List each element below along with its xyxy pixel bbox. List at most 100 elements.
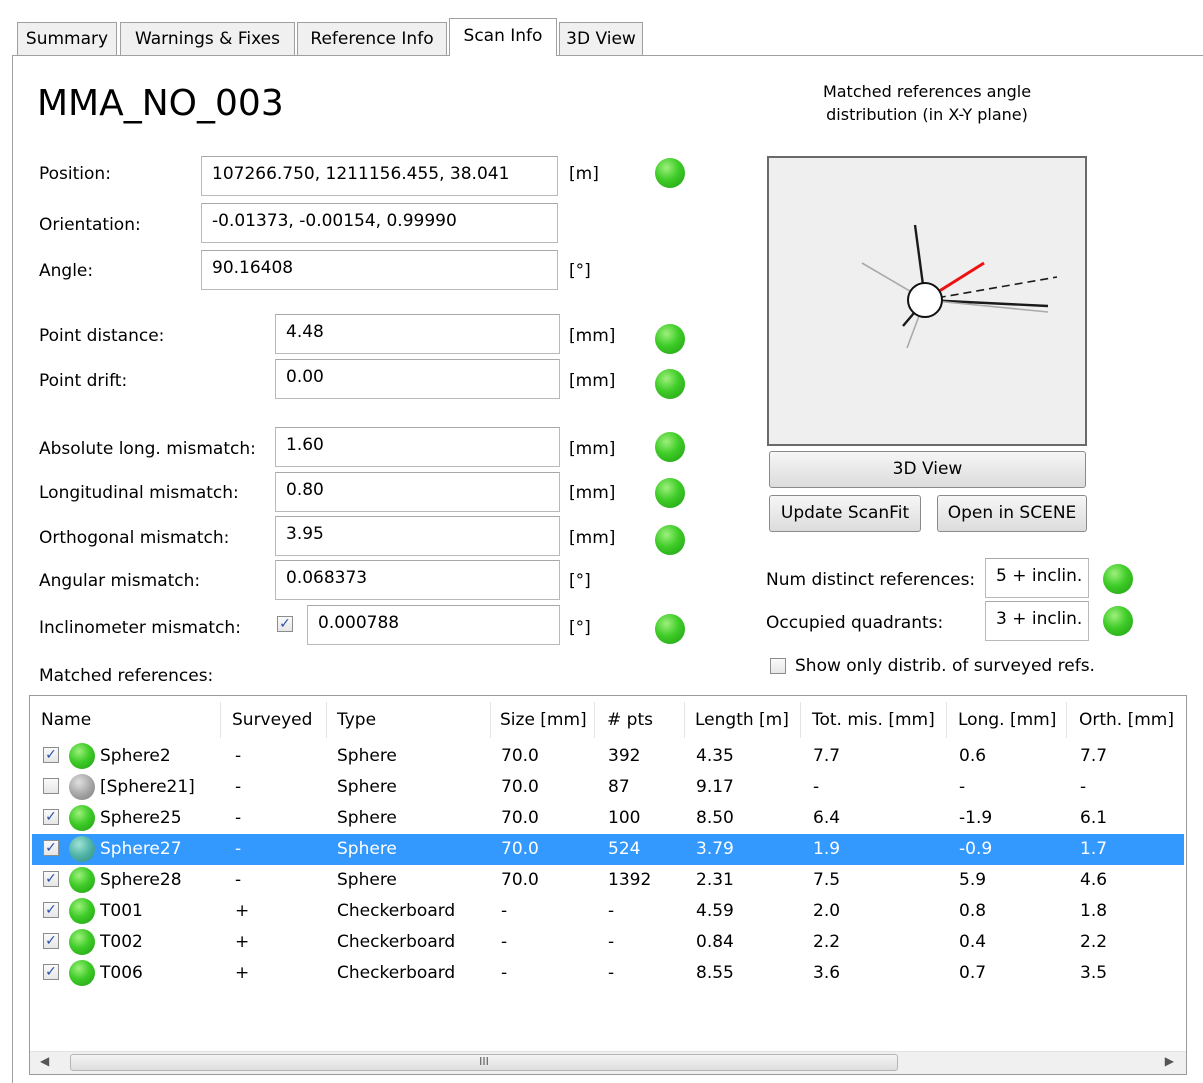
cell-surveyed: -: [235, 870, 242, 890]
point-drift-field[interactable]: 0.00: [275, 359, 560, 399]
column-header-type[interactable]: Type: [337, 710, 376, 730]
cell-orth: 4.6: [1080, 870, 1108, 890]
cell-surveyed: -: [235, 839, 242, 859]
cell-pts: 100: [608, 808, 641, 828]
column-header-long[interactable]: Long. [mm]: [958, 710, 1056, 730]
row-status-indicator: [69, 774, 95, 800]
position-field[interactable]: 107266.750, 1211156.455, 38.041: [201, 156, 558, 196]
column-header-surveyed[interactable]: Surveyed: [232, 710, 312, 730]
cell-size: 70.0: [501, 777, 539, 797]
orth-mismatch-field[interactable]: 3.95: [275, 516, 560, 556]
orth-mismatch-unit: [mm]: [569, 528, 616, 548]
scroll-right-arrow-icon[interactable]: ▶: [1165, 1054, 1174, 1068]
orth-mismatch-status-indicator: [655, 525, 685, 555]
cell-orth: 3.5: [1080, 963, 1108, 983]
cell-long: -: [959, 777, 966, 797]
num-distinct-references-field[interactable]: 5 + inclin.: [985, 558, 1089, 598]
cell-long: 0.8: [959, 901, 987, 921]
point-distance-field[interactable]: 4.48: [275, 314, 560, 354]
row-checkbox[interactable]: [43, 778, 59, 794]
inclinometer-checkbox[interactable]: ✓: [277, 616, 293, 632]
cell-name: Sphere27: [100, 839, 182, 859]
cell-pts: 524: [608, 839, 641, 859]
position-unit: [m]: [569, 164, 599, 184]
table-row[interactable]: ✓ Sphere28 - Sphere 70.0 1392 2.31 7.5 5.9 4.6: [32, 865, 1184, 896]
update-scanfit-button[interactable]: Update ScanFit: [769, 495, 921, 532]
cell-orth: 6.1: [1080, 808, 1108, 828]
row-checkbox[interactable]: ✓: [43, 871, 59, 887]
point-drift-label: Point drift:: [39, 371, 128, 391]
tab-scan-info[interactable]: Scan Info: [449, 18, 557, 56]
row-status-indicator: [69, 898, 95, 924]
distribution-title-line2: distribution (in X-Y plane): [826, 105, 1028, 124]
inclinometer-mismatch-field[interactable]: 0.000788: [307, 605, 560, 645]
orientation-field[interactable]: -0.01373, -0.00154, 0.99990: [201, 203, 558, 243]
show-only-surveyed-checkbox[interactable]: [770, 658, 786, 674]
row-checkbox[interactable]: ✓: [43, 809, 59, 825]
cell-tot: -: [813, 777, 820, 797]
scroll-left-arrow-icon[interactable]: ◀: [40, 1054, 49, 1068]
scrollbar-thumb[interactable]: III: [70, 1054, 898, 1071]
position-label: Position:: [39, 164, 111, 184]
cell-pts: 1392: [608, 870, 652, 890]
cell-name: T001: [100, 901, 143, 921]
row-checkbox[interactable]: ✓: [43, 933, 59, 949]
column-header-orth[interactable]: Orth. [mm]: [1079, 710, 1174, 730]
row-status-indicator: [69, 743, 95, 769]
cell-surveyed: +: [235, 963, 250, 983]
matched-references-table[interactable]: Name Surveyed Type Size [mm] # pts Lengt…: [29, 695, 1187, 1075]
table-row[interactable]: [Sphere21] - Sphere 70.0 87 9.17 - - -: [32, 772, 1184, 803]
point-distance-unit: [mm]: [569, 326, 616, 346]
3d-view-button[interactable]: 3D View: [769, 451, 1086, 488]
tab-3d-view[interactable]: 3D View: [559, 22, 643, 55]
cell-orth: 7.7: [1080, 746, 1108, 766]
cell-surveyed: -: [235, 746, 242, 766]
cell-type: Sphere: [337, 777, 397, 797]
table-row[interactable]: ✓ Sphere27 - Sphere 70.0 524 3.79 1.9 -0.9 1.7: [32, 834, 1184, 865]
num-distinct-references-status-indicator: [1103, 564, 1133, 594]
cell-tot: 1.9: [813, 839, 841, 859]
angular-mismatch-field[interactable]: 0.068373: [275, 560, 560, 600]
long-mismatch-field[interactable]: 0.80: [275, 472, 560, 512]
cell-tot: 7.5: [813, 870, 841, 890]
table-row[interactable]: ✓ Sphere25 - Sphere 70.0 100 8.50 6.4 -1.9 6.1: [32, 803, 1184, 834]
occupied-quadrants-status-indicator: [1103, 606, 1133, 636]
table-row[interactable]: ✓ T002 + Checkerboard - - 0.84 2.2 0.4 2.2: [32, 927, 1184, 958]
cell-long: -0.9: [959, 839, 993, 859]
column-header-size[interactable]: Size [mm]: [500, 710, 587, 730]
point-distance-status-indicator: [655, 324, 685, 354]
long-mismatch-unit: [mm]: [569, 483, 616, 503]
tab-reference-info[interactable]: Reference Info: [297, 22, 447, 55]
table-row[interactable]: ✓ T001 + Checkerboard - - 4.59 2.0 0.8 1.8: [32, 896, 1184, 927]
inclinometer-mismatch-label: Inclinometer mismatch:: [39, 618, 241, 638]
cell-tot: 6.4: [813, 808, 841, 828]
table-row[interactable]: ✓ Sphere2 - Sphere 70.0 392 4.35 7.7 0.6 7.7: [32, 741, 1184, 772]
open-in-scene-button[interactable]: Open in SCENE: [937, 495, 1087, 532]
column-header-name[interactable]: Name: [41, 710, 91, 730]
row-checkbox[interactable]: ✓: [43, 902, 59, 918]
row-checkbox[interactable]: ✓: [43, 747, 59, 763]
angle-field[interactable]: 90.16408: [201, 250, 558, 290]
row-checkbox[interactable]: ✓: [43, 964, 59, 980]
inclinometer-mismatch-status-indicator: [655, 614, 685, 644]
row-status-indicator: [69, 836, 95, 862]
abs-long-mismatch-status-indicator: [655, 432, 685, 462]
tab-warnings-fixes[interactable]: Warnings & Fixes: [120, 22, 295, 55]
cell-size: -: [501, 963, 508, 983]
horizontal-scrollbar[interactable]: ◀ III ▶: [30, 1051, 1186, 1074]
point-drift-status-indicator: [655, 369, 685, 399]
table-row[interactable]: ✓ T006 + Checkerboard - - 8.55 3.6 0.7 3.5: [32, 958, 1184, 989]
occupied-quadrants-field[interactable]: 3 + inclin.: [985, 601, 1089, 641]
column-header-pts[interactable]: # pts: [607, 710, 653, 730]
cell-type: Sphere: [337, 746, 397, 766]
tab-summary[interactable]: Summary: [17, 22, 117, 55]
cell-pts: 392: [608, 746, 641, 766]
cell-length: 8.55: [696, 963, 734, 983]
cell-length: 0.84: [696, 932, 734, 952]
cell-name: Sphere28: [100, 870, 182, 890]
abs-long-mismatch-field[interactable]: 1.60: [275, 427, 560, 467]
column-header-length[interactable]: Length [m]: [695, 710, 789, 730]
row-status-indicator: [69, 929, 95, 955]
row-checkbox[interactable]: ✓: [43, 840, 59, 856]
column-header-total-mismatch[interactable]: Tot. mis. [mm]: [812, 710, 935, 730]
